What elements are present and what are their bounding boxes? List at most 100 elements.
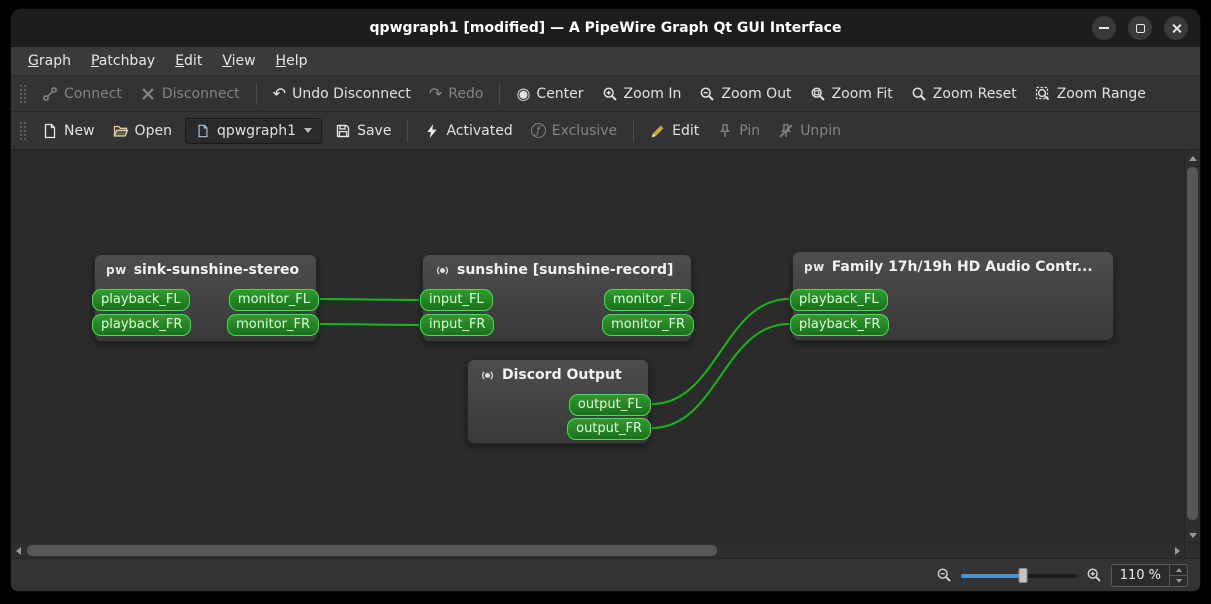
new-button[interactable]: New [33, 118, 104, 144]
pin-icon [717, 123, 733, 139]
spin-buttons [1169, 564, 1187, 586]
hscroll-row [11, 542, 1200, 558]
open-folder-icon [113, 123, 129, 139]
zoom-range-button[interactable]: Zoom Range [1026, 81, 1155, 107]
menu-view[interactable]: View [213, 50, 264, 72]
menu-patchbay[interactable]: Patchbay [82, 50, 164, 72]
toolbar-graph: Connect Disconnect ↶ Undo Disconnect ↷ R… [11, 76, 1200, 112]
zoom-spin-down-button[interactable] [1170, 574, 1187, 586]
pipewire-icon: pw [804, 260, 825, 274]
lightning-icon [424, 123, 440, 139]
arrow-up-icon [1175, 567, 1182, 572]
graph-node-sink-sunshine-stereo[interactable]: pw sink-sunshine-stereo playback_FL play… [92, 254, 319, 342]
port-input[interactable]: input_FR [420, 314, 495, 336]
window-controls [1092, 9, 1188, 47]
close-icon [1171, 23, 1182, 34]
zoom-out-icon[interactable] [936, 567, 952, 583]
chevron-down-icon [304, 128, 313, 133]
graph-canvas[interactable]: pw sink-sunshine-stereo playback_FL play… [11, 151, 1184, 542]
toolbar-handle[interactable] [19, 120, 26, 141]
vertical-scrollbar[interactable] [1184, 151, 1200, 542]
scroll-right-arrow[interactable] [1170, 544, 1184, 558]
port-input[interactable]: playback_FR [790, 314, 890, 336]
zoom-in-icon[interactable] [1086, 567, 1102, 583]
port-output[interactable]: output_FR [567, 418, 651, 440]
activated-toggle[interactable]: Activated [415, 118, 521, 144]
close-button[interactable] [1164, 16, 1188, 40]
scroll-up-arrow[interactable] [1185, 151, 1200, 165]
arrow-down-icon [1175, 578, 1182, 583]
port-output[interactable]: monitor_FR [602, 314, 694, 336]
port-input[interactable]: playback_FL [790, 289, 888, 311]
scroll-down-arrow[interactable] [1185, 528, 1200, 542]
zoom-slider-handle[interactable] [1018, 567, 1028, 583]
edit-button[interactable]: Edit [641, 118, 708, 144]
zoom-in-icon [602, 86, 618, 102]
pipewire-icon: pw [106, 263, 127, 277]
zoom-out-button[interactable]: Zoom Out [690, 81, 800, 107]
arrow-left-icon [15, 547, 21, 555]
patchbay-select[interactable]: qpwgraph1 [184, 117, 323, 144]
node-title: pw sink-sunshine-stereo [106, 262, 300, 278]
arrow-down-icon [1189, 532, 1197, 538]
menu-graph[interactable]: Graph [19, 50, 80, 72]
exclusive-toggle[interactable]: ƒ Exclusive [522, 118, 626, 144]
zoom-slider-fill [960, 573, 1024, 578]
toolbar-separator [407, 119, 409, 142]
redo-icon: ↷ [428, 83, 443, 103]
toolbar-patchbay: New Open qpwgraph1 Save Activated ƒ Excl… [11, 112, 1200, 150]
zoom-fit-button[interactable]: Zoom Fit [801, 81, 902, 107]
connection-edge[interactable] [319, 298, 420, 301]
port-output[interactable]: monitor_FL [228, 289, 319, 311]
zoom-reset-icon [911, 86, 927, 102]
speaker-icon [434, 262, 450, 278]
speaker-icon [479, 367, 495, 383]
scroll-left-arrow[interactable] [11, 544, 25, 558]
toolbar-handle[interactable] [19, 83, 26, 104]
center-button[interactable]: ◉ Center [507, 81, 592, 107]
exclusive-icon: ƒ [530, 123, 546, 138]
undo-disconnect-button[interactable]: ↶ Undo Disconnect [264, 81, 420, 107]
menubar: Graph Patchbay Edit View Help [11, 47, 1200, 76]
port-output[interactable]: monitor_FL [603, 289, 694, 311]
disconnect-button[interactable]: Disconnect [131, 81, 249, 107]
center-icon: ◉ [516, 83, 531, 103]
unpin-button[interactable]: Unpin [769, 118, 850, 144]
scrollbar-corner [1184, 543, 1200, 558]
vertical-scrollbar-thumb[interactable] [1187, 167, 1198, 520]
open-button[interactable]: Open [104, 118, 181, 144]
horizontal-scrollbar-thumb[interactable] [27, 545, 717, 556]
titlebar[interactable]: qpwgraph1 [modified] — A PipeWire Graph … [11, 9, 1200, 47]
pencil-icon [650, 123, 666, 139]
statusbar: 110 % [11, 558, 1200, 591]
zoom-reset-button[interactable]: Zoom Reset [902, 81, 1026, 107]
menu-help[interactable]: Help [267, 50, 317, 72]
menu-edit[interactable]: Edit [166, 50, 211, 72]
minimize-button[interactable] [1092, 16, 1116, 40]
graph-node-sunshine[interactable]: sunshine [sunshine-record] input_FL inpu… [420, 254, 694, 342]
zoom-slider[interactable] [960, 567, 1077, 583]
port-input[interactable]: playback_FR [92, 314, 192, 336]
save-button[interactable]: Save [326, 118, 400, 144]
app-window: qpwgraph1 [modified] — A PipeWire Graph … [10, 8, 1201, 592]
port-input[interactable]: playback_FL [92, 289, 190, 311]
save-icon [335, 123, 351, 139]
port-output[interactable]: monitor_FR [227, 314, 319, 336]
graph-node-family-audio-controller[interactable]: pw Family 17h/19h HD Audio Contr... play… [790, 251, 1114, 341]
connection-edge[interactable] [319, 323, 420, 326]
pin-button[interactable]: Pin [708, 118, 769, 144]
zoom-out-icon [699, 86, 715, 102]
port-input[interactable]: input_FL [420, 289, 493, 311]
graph-node-discord-output[interactable]: Discord Output output_FL output_FR [467, 359, 651, 444]
horizontal-scrollbar[interactable] [11, 543, 1184, 558]
connect-button[interactable]: Connect [33, 81, 131, 107]
zoom-in-button[interactable]: Zoom In [593, 81, 691, 107]
zoom-spin-up-button[interactable] [1170, 565, 1187, 575]
unpin-icon [778, 123, 794, 139]
maximize-button[interactable] [1128, 16, 1152, 40]
zoom-spinbox[interactable]: 110 % [1110, 563, 1188, 587]
node-title: sunshine [sunshine-record] [423, 255, 691, 282]
redo-button[interactable]: ↷ Redo [420, 81, 493, 107]
node-title: pw Family 17h/19h HD Audio Contr... [804, 259, 1093, 275]
port-output[interactable]: output_FL [568, 394, 651, 416]
